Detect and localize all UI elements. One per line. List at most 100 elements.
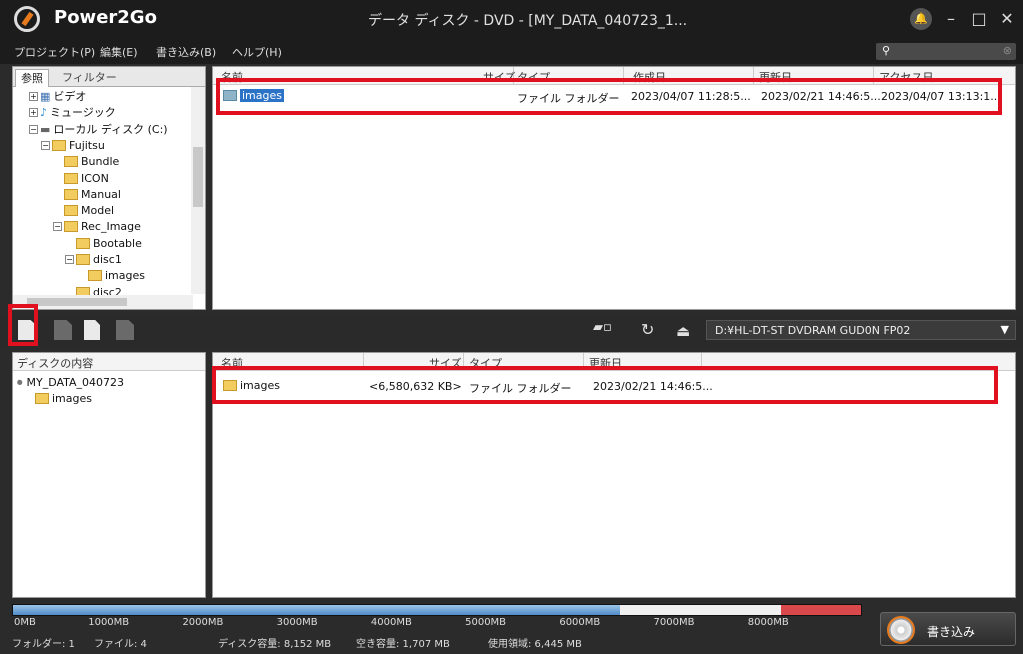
remove-file-icon[interactable] [54,320,72,340]
capacity-tick-label: 8000MB [747,617,789,628]
menu-project[interactable]: プロジェクト(P) [14,44,95,60]
notification-bell-icon[interactable]: 🔔 [910,8,932,30]
row-type: ファイル フォルダー [469,382,572,395]
tree-item[interactable]: Bundle [53,154,119,170]
folder-icon [52,139,66,151]
folder-icon [64,205,78,217]
scroll-thumb[interactable] [27,298,127,306]
tree-item-label: Rec_Image [81,220,141,234]
new-folder-icon[interactable] [84,320,100,340]
drive-label: D:¥HL-DT-ST DVDRAM GUD0N FP02 [715,324,911,337]
disc-tree-panel: ディスクの内容 ⏺ MY_DATA_040723 images [12,352,206,598]
row-name: images [240,379,280,392]
tree-item[interactable]: Model [53,203,114,219]
row-modified: 2023/02/21 14:46:5... [593,380,713,393]
tree-item[interactable]: + ♪ ミュージック [29,105,116,121]
chevron-down-icon: ▼ [1000,323,1009,336]
menu-bar: プロジェクト(P) 編集(E) 書き込み(B) ヘルプ(H) [0,38,1023,64]
menu-help[interactable]: ヘルプ(H) [232,44,282,60]
disc-tool-icon[interactable]: ▰▫ [593,320,623,338]
disc-list-header: 名前 サイズ タイプ 更新日 [213,353,1015,371]
add-file-icon[interactable] [18,320,36,340]
expand-toggle-icon[interactable]: + [29,92,38,101]
disc-panel-title: ディスクの内容 [17,357,94,370]
tree-item[interactable]: − Fujitsu [41,138,105,154]
capacity-tick-label: 1000MB [88,617,130,628]
column-size[interactable]: サイズ [429,355,462,371]
capacity-used [13,605,621,615]
capacity-tick-label: 0MB [14,617,36,628]
column-size[interactable]: サイズ [483,69,516,85]
capacity-tick-label: 5000MB [465,617,507,628]
expand-toggle-icon[interactable]: + [29,108,38,118]
column-modified[interactable]: 更新日 [589,355,622,371]
disc-folder-item[interactable]: images [35,391,92,407]
close-button[interactable]: ✕ [996,8,1018,30]
row-name[interactable]: images [240,89,284,102]
column-type[interactable]: タイプ [469,355,502,371]
table-row[interactable]: images ファイル フォルダー 2023/04/07 11:28:5... … [213,87,1015,105]
tab-browse[interactable]: 参照 [15,69,49,87]
tree-item[interactable]: images [77,268,145,284]
tree-vertical-scrollbar[interactable] [191,87,205,294]
drive-select[interactable]: D:¥HL-DT-ST DVDRAM GUD0N FP02 ▼ [706,320,1016,340]
expand-toggle-icon[interactable]: − [41,140,50,150]
status-free-space: 空き容量: 1,707 MB [356,639,450,650]
tree-horizontal-scrollbar[interactable] [13,295,193,309]
title-bar: Power2Go データ ディスク - DVD - [MY_DATA_04072… [0,0,1023,38]
music-icon: ♪ [40,106,48,120]
burn-button[interactable]: 書き込み [880,612,1016,646]
capacity-tick-label: 4000MB [370,617,412,628]
folder-icon [64,188,78,200]
eject-icon[interactable]: ⏏ [676,322,690,340]
column-name[interactable]: 名前 [221,69,243,85]
tree-item-label: Bundle [81,155,120,169]
tab-filter[interactable]: フィルター [57,69,122,87]
tree-item[interactable]: Manual [53,187,121,203]
folder-icon [64,221,78,233]
tree-item-label: Bootable [93,236,142,250]
disc-capacity-bar [12,604,862,616]
disc-panel-header: ディスクの内容 [13,353,205,371]
tree-item[interactable]: − Rec_Image [53,219,141,235]
disc-root-item[interactable]: ⏺ MY_DATA_040723 [17,375,124,391]
expand-toggle-icon[interactable]: − [53,222,62,232]
column-created[interactable]: 作成日 [633,69,666,85]
table-row[interactable]: images <6,580,632 KB> ファイル フォルダー 2023/02… [213,377,1015,395]
column-accessed[interactable]: アクセス日 [879,69,933,85]
power2go-logo-icon [14,6,40,32]
tree-item-label: ローカル ディスク (C:) [53,122,168,136]
tree-item[interactable]: − disc1 [65,252,122,268]
capacity-tick-label: 3000MB [276,617,318,628]
status-disc-capacity: ディスク容量: 8,152 MB [218,639,332,650]
window-title: データ ディスク - DVD - [MY_DATA_040723_1... [368,13,688,29]
folder-icon [76,254,90,265]
expand-toggle-icon[interactable]: − [29,124,38,134]
column-name[interactable]: 名前 [221,355,243,371]
column-modified[interactable]: 更新日 [759,69,792,85]
search-input[interactable]: ⚲ ⊗ [876,43,1016,60]
tree-item[interactable]: Bootable [65,236,142,252]
row-created: 2023/04/07 11:28:5... [631,90,751,103]
folder-icon [35,393,49,404]
tree-item[interactable]: ICON [53,171,109,187]
expand-toggle-icon[interactable]: − [65,255,74,264]
row-accessed: 2023/04/07 13:13:1... [881,90,1001,103]
folder-icon [88,270,102,282]
folder-icon [223,380,237,391]
maximize-button[interactable]: □ [968,8,990,30]
tree-item-label: disc1 [93,253,122,266]
scroll-thumb[interactable] [193,147,203,207]
menu-edit[interactable]: 編集(E) [100,44,138,60]
tree-item-label: ミュージック [50,106,116,120]
minimize-button[interactable]: – [940,8,962,30]
clear-search-icon[interactable]: ⊗ [1003,44,1012,57]
column-type[interactable]: タイプ [517,69,550,85]
refresh-icon[interactable]: ↻ [641,320,654,339]
tree-item[interactable]: − ▬ ローカル ディスク (C:) [29,122,168,138]
tree-item[interactable]: + ▦ ビデオ [29,89,86,105]
rename-icon[interactable] [116,320,134,340]
menu-burn[interactable]: 書き込み(B) [156,44,216,60]
capacity-tick-label: 7000MB [653,617,695,628]
tree-item-label: ICON [81,171,109,185]
